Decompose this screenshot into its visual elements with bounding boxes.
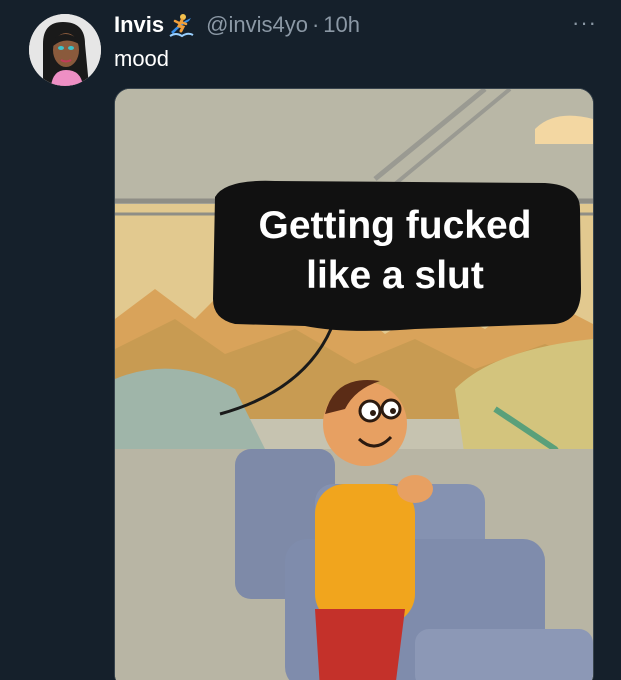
tweet-text: mood: [114, 46, 170, 71]
surfer-emoji-icon: [168, 12, 194, 38]
avatar[interactable]: [29, 14, 101, 86]
display-name[interactable]: Invis: [114, 10, 164, 40]
meme-caption: Getting fucked like a slut: [209, 181, 581, 321]
tweet-media[interactable]: Getting fucked like a slut: [114, 88, 594, 680]
caption-line-1: Getting fucked: [258, 204, 532, 247]
handle[interactable]: @invis4yo: [206, 10, 308, 40]
caption-line-2: like a slut: [306, 254, 484, 297]
tweet[interactable]: Invis @invis4yo · 10h ··· mood Getting f…: [0, 0, 621, 680]
tweet-header: Invis @invis4yo · 10h: [114, 10, 360, 40]
meme-image: [115, 89, 593, 680]
avatar-image: [29, 14, 101, 86]
timestamp[interactable]: 10h: [323, 10, 360, 40]
more-options-icon[interactable]: ···: [572, 12, 597, 34]
separator-dot: ·: [311, 12, 320, 37]
